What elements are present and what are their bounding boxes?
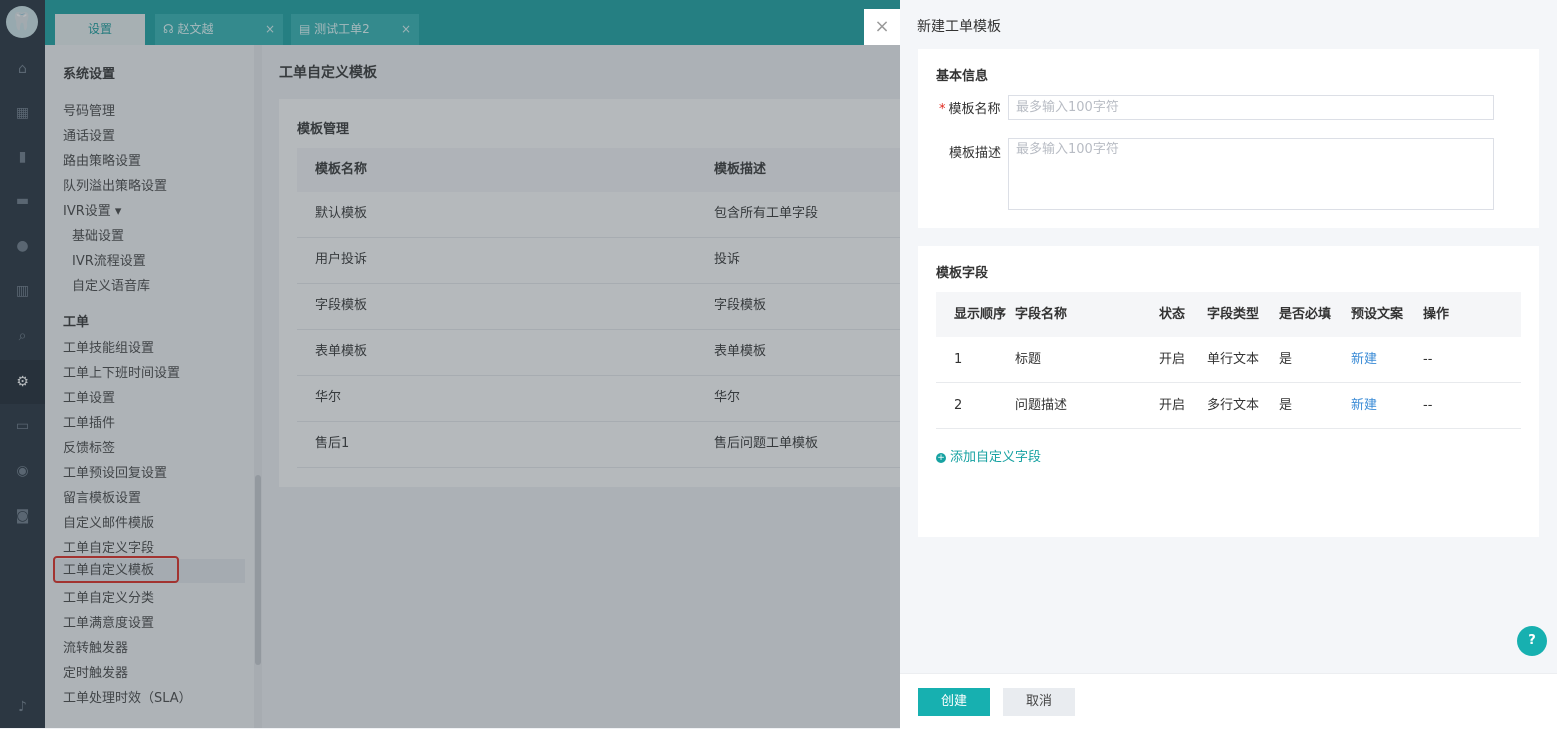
add-custom-field-link[interactable]: + 添加自定义字段 xyxy=(936,446,1041,465)
template-name-input[interactable]: 最多输入100字符 xyxy=(1008,95,1494,120)
table-cell: -- xyxy=(1423,352,1433,367)
table-cell: 2 xyxy=(954,398,963,413)
table-header: 显示顺序 字段名称 状态 字段类型 是否必填 预设文案 操作 xyxy=(936,292,1521,337)
column-header: 状态 xyxy=(1159,307,1186,322)
table-cell: 问题描述 xyxy=(1015,398,1068,413)
table-row: 2 问题描述 开启 多行文本 是 新建 -- xyxy=(936,383,1521,429)
table-cell: 开启 xyxy=(1159,352,1186,367)
close-drawer-button[interactable]: × xyxy=(864,9,900,45)
section-title: 基本信息 xyxy=(936,69,989,84)
column-header: 字段类型 xyxy=(1207,307,1260,322)
help-icon[interactable]: ? xyxy=(1517,626,1547,656)
column-header: 字段名称 xyxy=(1015,307,1068,322)
table-cell: 是 xyxy=(1279,352,1293,367)
table-cell: 标题 xyxy=(1015,352,1042,367)
label-text: 模板名称 xyxy=(948,102,1001,117)
fields-table: 显示顺序 字段名称 状态 字段类型 是否必填 预设文案 操作 1 标题 开启 单行文本是新建 -- 2… xyxy=(936,292,1521,429)
cancel-button[interactable]: 取消 xyxy=(1003,688,1075,716)
template-desc-label: 模板描述 xyxy=(949,146,1002,161)
template-name-label: * 模板名称 xyxy=(939,98,1001,117)
table-cell: -- xyxy=(1423,398,1433,413)
create-button[interactable]: 创建 xyxy=(918,688,990,716)
table-cell: 1 xyxy=(954,352,963,367)
section-title: 模板字段 xyxy=(936,266,989,281)
create-preset-link[interactable]: 新建 xyxy=(1351,337,1377,382)
template-desc-textarea[interactable]: 最多输入100字符 xyxy=(1008,138,1494,210)
column-header: 操作 xyxy=(1423,307,1450,322)
add-field-label: 添加自定义字段 xyxy=(950,450,1042,465)
drawer-title: 新建工单模板 xyxy=(917,19,1001,35)
column-header: 是否必填 xyxy=(1279,307,1332,322)
template-fields-card: 模板字段 显示顺序 字段名称 状态 字段类型 是否必填 预设文案 操作 1 标题 开启 单行文本是… xyxy=(918,246,1539,537)
plus-circle-icon: + xyxy=(936,453,946,463)
basic-info-card: 基本信息 * 模板名称 最多输入100字符 模板描述 最多输入100字符 xyxy=(918,49,1539,228)
table-row: 1 标题 开启 单行文本 是 新建 -- xyxy=(936,337,1521,383)
table-cell: 单行文本 xyxy=(1207,352,1260,367)
table-cell: 开启 xyxy=(1159,398,1186,413)
column-header: 预设文案 xyxy=(1351,307,1404,322)
create-preset-link[interactable]: 新建 xyxy=(1351,383,1377,428)
table-cell: 是 xyxy=(1279,398,1293,413)
table-cell: 多行文本 xyxy=(1207,398,1260,413)
drawer-footer: 创建 取消 xyxy=(900,673,1557,729)
column-header: 显示顺序 xyxy=(954,307,1007,322)
new-template-drawer: 新建工单模板 基本信息 * 模板名称 最多输入100字符 模板描述 最多输入100… xyxy=(900,0,1557,729)
modal-overlay[interactable] xyxy=(0,0,900,728)
required-mark: * xyxy=(939,102,946,117)
